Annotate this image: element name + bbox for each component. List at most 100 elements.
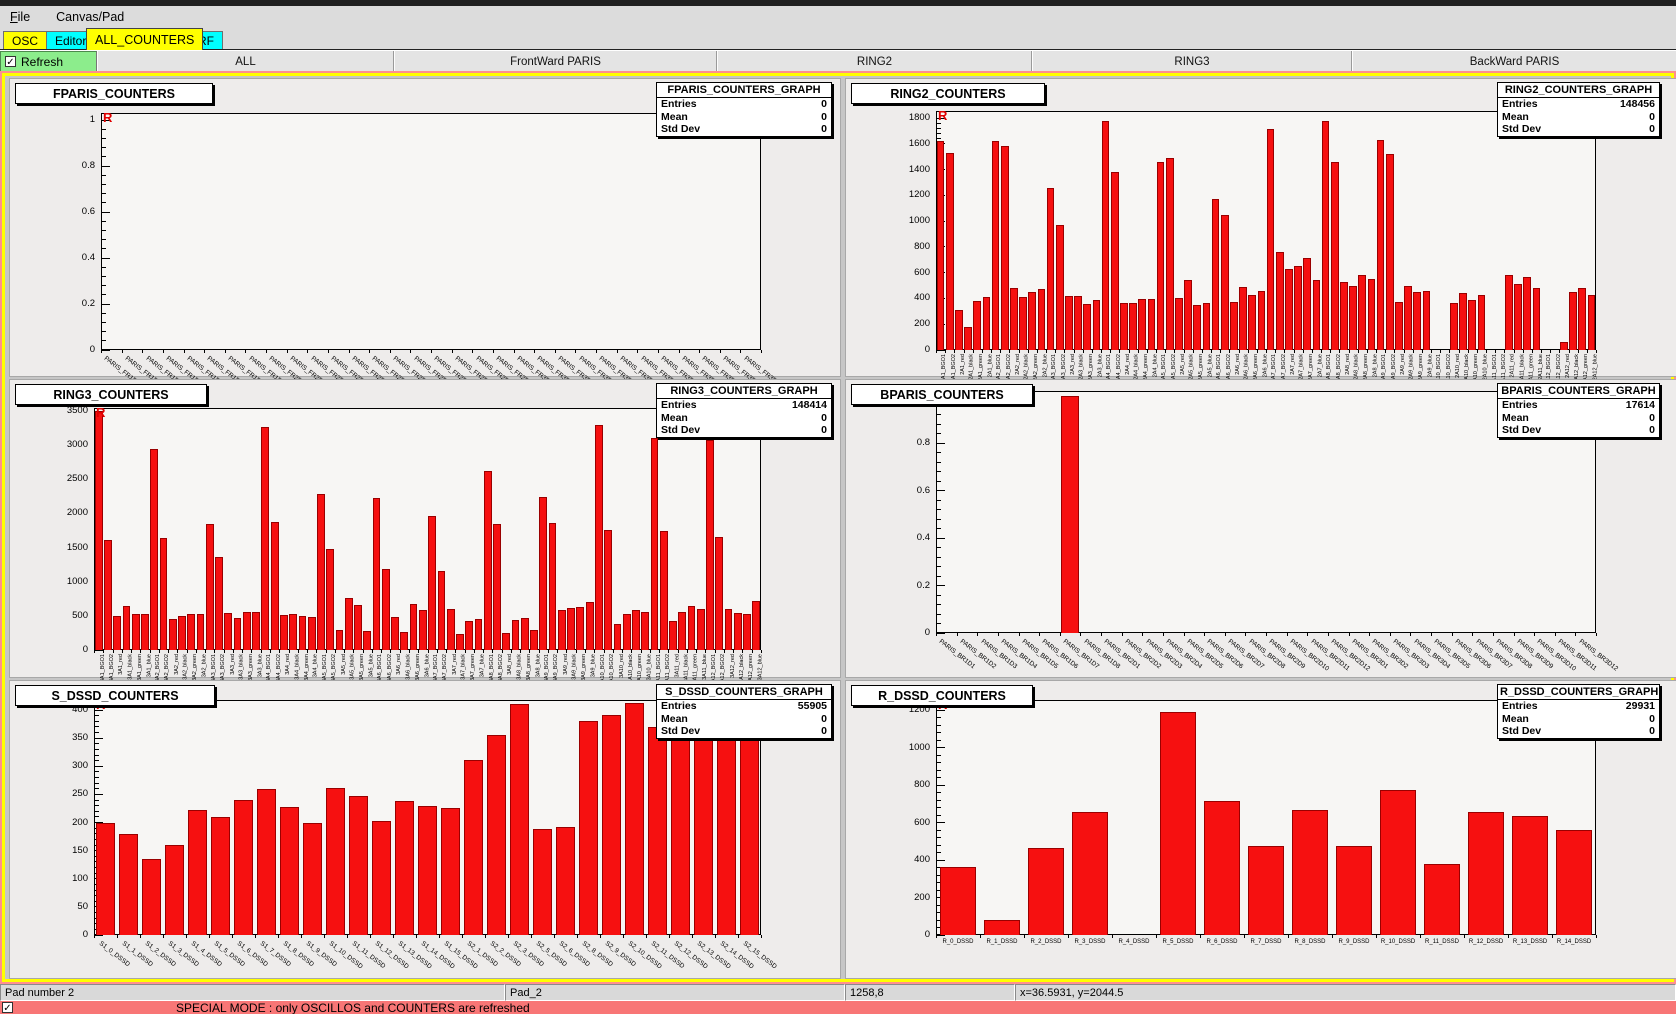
refresh-checkbox[interactable]: ✓ xyxy=(5,56,16,67)
stats-box[interactable]: BPARIS_COUNTERS_GRAPHEntries17614Mean0St… xyxy=(1497,383,1660,438)
x-axis-tick xyxy=(1064,350,1065,353)
histogram-bar xyxy=(651,438,659,650)
x-axis-label: 3A8_blue xyxy=(535,654,541,677)
pad-s_dssd_counters[interactable]: S_DSSD_COUNTERSR050100150200250300350400… xyxy=(9,680,841,979)
histogram-bar xyxy=(549,523,557,650)
x-axis-label: 3A11_blue xyxy=(702,654,708,680)
y-axis-label: 600 xyxy=(880,817,930,828)
y-axis-minor-tick xyxy=(102,138,106,139)
x-axis-tick xyxy=(335,650,336,653)
stats-value: 0 xyxy=(1649,725,1655,738)
histogram-title-box[interactable]: R_DSSD_COUNTERS xyxy=(851,685,1033,706)
x-axis-label: 3A4_black xyxy=(294,654,300,680)
x-axis-tick xyxy=(1431,350,1432,353)
x-axis-label: 2A2_blue xyxy=(1042,354,1048,377)
stats-row-entries: Entries55905 xyxy=(657,700,831,713)
section-frontward-paris[interactable]: FrontWard PARIS xyxy=(394,51,717,72)
histogram-bar xyxy=(1102,121,1110,350)
x-axis-label: 2A5_black xyxy=(1189,354,1195,380)
stats-box[interactable]: RING2_COUNTERS_GRAPHEntries148456Mean0St… xyxy=(1497,82,1660,137)
refresh-button[interactable]: ✓ Refresh xyxy=(0,51,97,72)
x-axis-tick xyxy=(452,350,453,353)
pad-r_dssd_counters[interactable]: R_DSSD_COUNTERSR020040060080010001200R_0… xyxy=(845,680,1676,979)
histogram-bar xyxy=(464,760,483,936)
histogram-bar xyxy=(187,614,195,650)
y-axis-minor-tick xyxy=(95,800,99,801)
pad-ring3_counters[interactable]: RING3_COUNTERSR0500100015002000250030003… xyxy=(9,379,841,678)
x-axis-tick xyxy=(575,350,576,353)
x-axis-label: 3A6_blue xyxy=(424,654,430,677)
stats-row-mean: Mean0 xyxy=(1498,412,1659,425)
x-axis-tick xyxy=(511,650,512,653)
histogram-bar xyxy=(502,633,510,650)
menu-file[interactable]: File xyxy=(10,10,30,24)
section-all[interactable]: ALL xyxy=(97,51,394,72)
x-axis-tick xyxy=(1349,350,1350,353)
refresh-label: Refresh xyxy=(21,55,63,69)
x-axis-label: 3A9_black xyxy=(572,654,578,680)
x-axis-label: PARIS_BR2D7 xyxy=(1227,638,1266,670)
x-axis-label: 2A11_blue xyxy=(1537,354,1543,380)
x-axis-tick xyxy=(465,650,466,653)
x-axis-tick xyxy=(1000,350,1001,353)
x-axis-tick xyxy=(1493,633,1494,636)
histogram-bar xyxy=(363,631,371,650)
x-axis-tick xyxy=(1550,350,1551,353)
pad-ring2_counters[interactable]: RING2_COUNTERSR0200400600800100012001400… xyxy=(845,78,1676,377)
pad-bparis_counters[interactable]: BPARIS_COUNTERSR00.20.40.60.81PARIS_BR1D… xyxy=(845,379,1676,678)
y-axis-tick xyxy=(102,350,110,351)
histogram-bar xyxy=(289,614,297,650)
x-axis-tick xyxy=(474,650,475,653)
menu-bar: File Canvas/Pad xyxy=(0,6,1676,27)
x-axis-label: 3A1_green xyxy=(137,654,143,681)
x-axis-label: 2A2_BGO1 xyxy=(997,354,1003,382)
menu-canvas-pad[interactable]: Canvas/Pad xyxy=(56,10,124,24)
histogram-title-box[interactable]: S_DSSD_COUNTERS xyxy=(15,685,215,706)
histogram-title-box[interactable]: FPARIS_COUNTERS xyxy=(15,83,213,104)
y-axis-label: 0.6 xyxy=(45,206,95,217)
stats-box[interactable]: R_DSSD_COUNTERS_GRAPHEntries29931Mean0St… xyxy=(1497,684,1660,739)
x-axis-label: 2A7_BGO1 xyxy=(1272,354,1278,382)
x-axis-label: 3A11_black xyxy=(683,654,689,682)
root-canvas[interactable]: FPARIS_COUNTERSR00.20.40.60.81PARIS_FR1D… xyxy=(2,73,1674,982)
histogram-bar xyxy=(391,617,399,650)
y-axis-tick xyxy=(937,490,945,491)
y-axis-minor-tick xyxy=(937,133,941,134)
stats-box[interactable]: S_DSSD_COUNTERS_GRAPHEntries55905Mean0St… xyxy=(656,684,832,739)
special-mode-checkbox[interactable]: ✓ xyxy=(2,1002,13,1013)
x-axis-label: 2A7_blue xyxy=(1317,354,1323,377)
pad-fparis_counters[interactable]: FPARIS_COUNTERSR00.20.40.60.81PARIS_FR1D… xyxy=(9,78,841,377)
y-axis-label: 0.2 xyxy=(45,298,95,309)
x-axis-label: 3A9_blue xyxy=(591,654,597,677)
histogram-title-box[interactable]: RING2_COUNTERS xyxy=(851,83,1045,104)
y-axis-label: 1500 xyxy=(38,542,88,553)
plot-frame[interactable] xyxy=(101,113,761,350)
histogram-bar xyxy=(326,788,345,935)
section-ring3[interactable]: RING3 xyxy=(1032,51,1352,72)
x-axis-tick xyxy=(1422,350,1423,353)
y-axis-minor-tick xyxy=(95,777,99,778)
stats-row-entries: Entries148414 xyxy=(657,399,831,412)
tab-all-counters[interactable]: ALL_COUNTERS xyxy=(86,28,203,50)
histogram-bar xyxy=(441,808,460,935)
x-axis-label: 3A4_red xyxy=(285,654,291,675)
x-axis-tick xyxy=(1257,350,1258,353)
x-axis-label: 3A5_red xyxy=(341,654,347,675)
stats-box[interactable]: RING3_COUNTERS_GRAPHEntries148414Mean0St… xyxy=(656,383,832,438)
x-axis-tick xyxy=(439,935,440,938)
histogram-bar xyxy=(456,634,464,650)
section-backward-paris[interactable]: BackWard PARIS xyxy=(1352,51,1676,72)
histogram-title-box[interactable]: BPARIS_COUNTERS xyxy=(851,384,1033,405)
x-axis-tick xyxy=(369,350,370,353)
x-axis-tick xyxy=(163,350,164,353)
x-axis-tick xyxy=(502,650,503,653)
y-axis-minor-tick xyxy=(937,519,941,520)
y-axis-minor-tick xyxy=(102,147,106,148)
x-axis-tick xyxy=(720,350,721,353)
status-pad-name: Pad_2 xyxy=(505,984,845,1001)
stats-box[interactable]: FPARIS_COUNTERS_GRAPHEntries0Mean0Std De… xyxy=(656,82,832,137)
histogram-bar xyxy=(1340,282,1348,350)
histogram-title-box[interactable]: RING3_COUNTERS xyxy=(15,384,207,405)
tab-osc[interactable]: OSC xyxy=(3,31,47,49)
section-ring2[interactable]: RING2 xyxy=(717,51,1032,72)
